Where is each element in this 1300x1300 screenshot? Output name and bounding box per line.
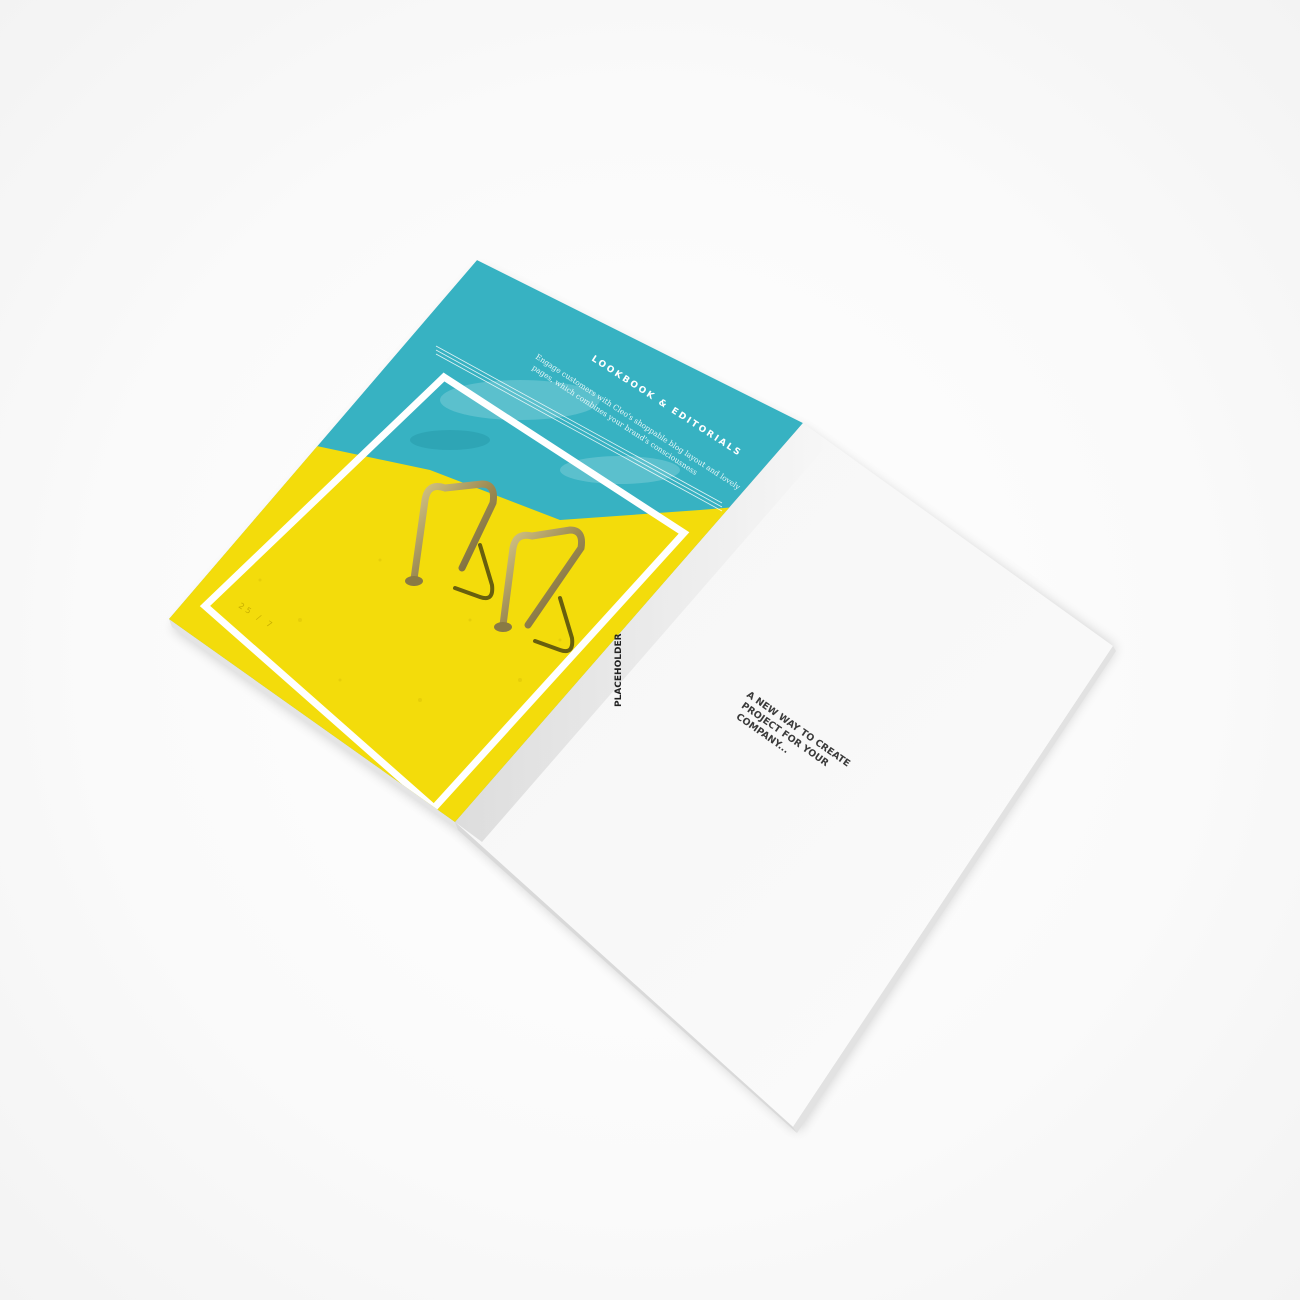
spine-label: PLACEHOLDER <box>614 633 624 707</box>
spine-label-block: PLACEHOLDER <box>614 633 624 707</box>
mockup-stage: A NEW WAY TO CREATE PROJECT FOR YOUR COM… <box>0 0 1300 1300</box>
brochure-mockup: A NEW WAY TO CREATE PROJECT FOR YOUR COM… <box>169 260 1116 1133</box>
